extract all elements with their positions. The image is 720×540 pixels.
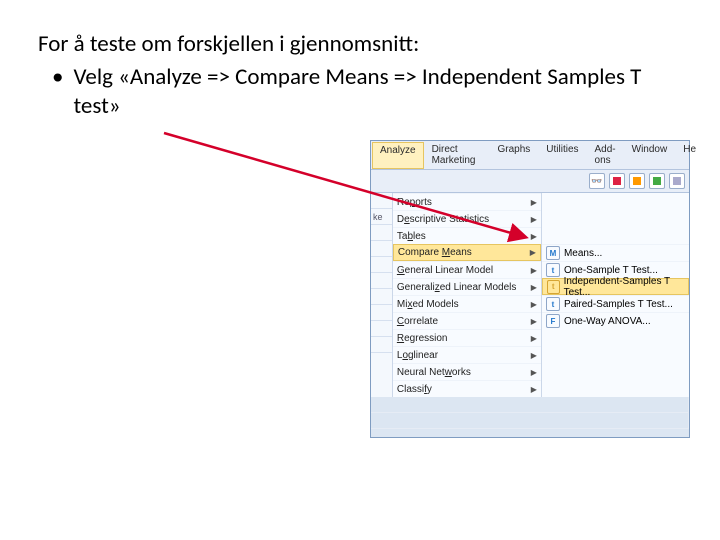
submenu-arrow-icon: ▶: [531, 317, 537, 326]
menu-item[interactable]: Neural Networks▶: [393, 363, 541, 380]
submenu-icon: t: [546, 263, 560, 277]
menu-item[interactable]: Generalized Linear Models▶: [393, 278, 541, 295]
menu-item[interactable]: Loglinear▶: [393, 346, 541, 363]
menu-help[interactable]: He: [675, 141, 704, 169]
row-header: [371, 273, 392, 289]
bullet-dot: •: [52, 63, 63, 121]
toolbar-icon-3[interactable]: [649, 173, 665, 189]
row-header: [371, 193, 392, 209]
menu-analyze[interactable]: Analyze: [372, 142, 424, 169]
submenu-label: Independent-Samples T Test...: [564, 276, 684, 298]
row-header: [371, 305, 392, 321]
submenu-label: One-Way ANOVA...: [564, 316, 651, 327]
toolbar-icon-1[interactable]: [609, 173, 625, 189]
submenu-arrow-icon: ▶: [531, 351, 537, 360]
menu-graphs[interactable]: Graphs: [489, 141, 538, 169]
submenu-item[interactable]: t Independent-Samples T Test...: [542, 278, 689, 295]
submenu-arrow-icon: ▶: [531, 300, 537, 309]
bullet-text: Velg «Analyze => Compare Means => Indepe…: [73, 63, 682, 121]
submenu-arrow-icon: ▶: [531, 232, 537, 241]
menu-direct-marketing[interactable]: Direct Marketing: [424, 141, 490, 169]
submenu-icon: F: [546, 314, 560, 328]
menu-addons[interactable]: Add-ons: [587, 141, 624, 169]
slide-heading: For å teste om forskjellen i gjennomsnit…: [38, 30, 682, 59]
menu-item[interactable]: Mixed Models▶: [393, 295, 541, 312]
analyze-dropdown: Reports▶Descriptive Statistics▶Tables▶Co…: [393, 193, 542, 397]
menu-item[interactable]: Regression▶: [393, 329, 541, 346]
menu-utilities[interactable]: Utilities: [538, 141, 586, 169]
menu-item[interactable]: Descriptive Statistics▶: [393, 210, 541, 227]
row-headers: ke: [371, 193, 393, 397]
submenu-arrow-icon: ▶: [531, 266, 537, 275]
submenu-item[interactable]: t Paired-Samples T Test...: [542, 295, 689, 312]
row-header: [371, 241, 392, 257]
submenu-icon: M: [546, 246, 560, 260]
menu-item[interactable]: Reports▶: [393, 193, 541, 210]
submenu-item[interactable]: M Means...: [542, 244, 689, 261]
menu-window[interactable]: Window: [624, 141, 676, 169]
row-header: [371, 289, 392, 305]
row-header: ke: [371, 209, 392, 225]
menu-item[interactable]: Compare Means▶: [393, 244, 541, 261]
submenu-arrow-icon: ▶: [531, 283, 537, 292]
toolbar: 👓: [371, 170, 689, 193]
submenu-icon: t: [547, 280, 560, 294]
submenu-arrow-icon: ▶: [531, 334, 537, 343]
row-header: [371, 225, 392, 241]
menu-item[interactable]: Tables▶: [393, 227, 541, 244]
row-header: [371, 321, 392, 337]
menu-item[interactable]: Classify▶: [393, 380, 541, 397]
menu-item[interactable]: General Linear Model▶: [393, 261, 541, 278]
spss-window: Analyze Direct Marketing Graphs Utilitie…: [370, 140, 690, 438]
toolbar-icon-2[interactable]: [629, 173, 645, 189]
submenu-arrow-icon: ▶: [531, 215, 537, 224]
row-header: [371, 257, 392, 273]
toolbar-icon-4[interactable]: [669, 173, 685, 189]
submenu-label: Means...: [564, 248, 602, 259]
submenu-arrow-icon: ▶: [530, 248, 536, 257]
submenu-arrow-icon: ▶: [531, 385, 537, 394]
submenu-arrow-icon: ▶: [531, 368, 537, 377]
submenu-arrow-icon: ▶: [531, 198, 537, 207]
compare-means-submenu: M Means... t One-Sample T Test... t Independe…: [542, 193, 689, 397]
menu-item[interactable]: Correlate▶: [393, 312, 541, 329]
menubar: Analyze Direct Marketing Graphs Utilitie…: [371, 141, 689, 170]
submenu-label: Paired-Samples T Test...: [564, 299, 673, 310]
row-header: [371, 337, 392, 353]
submenu-label: One-Sample T Test...: [564, 265, 658, 276]
submenu-icon: t: [546, 297, 560, 311]
submenu-item[interactable]: F One-Way ANOVA...: [542, 312, 689, 329]
find-icon[interactable]: 👓: [589, 173, 605, 189]
